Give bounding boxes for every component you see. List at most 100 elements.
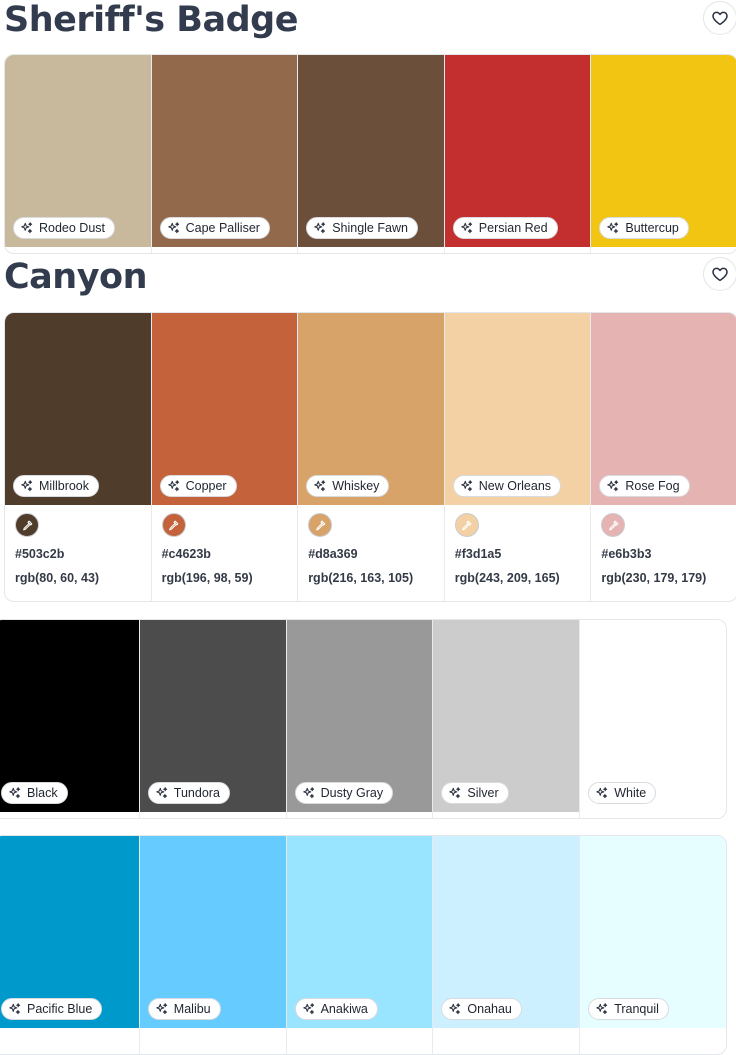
palette-card: Pacific Blue Malibu Anakiwa Onahau Tranquil	[0, 835, 727, 1055]
color-swatch[interactable]: Cape Palliser	[151, 55, 298, 247]
rgb-value: rgb(243, 209, 165)	[454, 571, 560, 585]
color-column: Anakiwa	[285, 836, 433, 1054]
color-swatch[interactable]: Onahau	[433, 836, 580, 1028]
color-swatch[interactable]: Silver	[433, 620, 580, 812]
color-name-chip[interactable]: Cape Palliser	[159, 217, 270, 239]
color-name-chip[interactable]: New Orleans	[452, 475, 562, 497]
sparkles-icon	[460, 221, 474, 235]
color-swatch[interactable]: New Orleans	[444, 313, 591, 505]
favorite-button[interactable]	[703, 1, 736, 35]
color-name-label: Persian Red	[478, 220, 548, 235]
color-name-chip[interactable]: Malibu	[147, 998, 221, 1020]
color-name-chip[interactable]: Tundora	[147, 782, 230, 804]
color-name-chip[interactable]: Anakiwa	[294, 998, 378, 1020]
color-column: Persian Red	[443, 55, 591, 253]
color-name-chip[interactable]: Millbrook	[13, 475, 100, 497]
color-swatch[interactable]: Dusty Gray	[286, 620, 433, 812]
color-name-chip[interactable]: Rodeo Dust	[13, 217, 116, 239]
swatch-footer	[444, 247, 591, 253]
rgb-value: rgb(80, 60, 43)	[15, 571, 100, 585]
color-swatch[interactable]: Persian Red	[444, 55, 591, 247]
color-swatch[interactable]: Pacific Blue	[0, 836, 139, 1028]
color-name-chip[interactable]: Buttercup	[599, 217, 689, 239]
color-name-label: Onahau	[467, 1001, 512, 1016]
swatch-footer	[151, 247, 298, 253]
color-swatch[interactable]: Millbrook	[5, 313, 151, 505]
heart-icon	[712, 267, 728, 282]
swatch-footer	[298, 247, 444, 253]
sparkles-icon	[20, 479, 34, 493]
color-column: Rodeo Dust	[5, 55, 151, 253]
sparkles-icon	[313, 221, 327, 235]
color-column: Copper #c4623b rgb(196, 98, 59)	[150, 313, 298, 601]
color-column: Millbrook #503c2b rgb(80, 60, 43)	[5, 313, 151, 601]
color-picker-dot[interactable]	[15, 513, 39, 537]
sparkles-icon	[313, 479, 327, 493]
color-picker-dot[interactable]	[454, 513, 479, 537]
swatch-footer	[580, 1028, 726, 1040]
color-swatch[interactable]: Black	[0, 620, 139, 812]
color-column: Malibu	[138, 836, 286, 1054]
color-column: Onahau	[432, 836, 580, 1054]
color-swatch[interactable]: Rodeo Dust	[5, 55, 151, 247]
color-name-chip[interactable]: Tranquil	[588, 998, 669, 1020]
swatch-footer	[0, 812, 139, 818]
swatch-footer	[0, 1028, 139, 1040]
color-swatch[interactable]: Copper	[151, 313, 298, 505]
color-name-chip[interactable]: White	[588, 782, 657, 804]
color-swatch[interactable]: Whiskey	[298, 313, 444, 505]
color-column: Dusty Gray	[285, 620, 433, 818]
color-swatch[interactable]: Tranquil	[580, 836, 726, 1028]
swatch-footer	[5, 247, 151, 253]
color-swatch[interactable]: Malibu	[139, 836, 286, 1028]
color-name-chip[interactable]: Silver	[441, 782, 509, 804]
color-name-chip[interactable]: Onahau	[441, 998, 522, 1020]
eyedropper-icon	[167, 519, 180, 532]
color-column: Buttercup	[590, 55, 736, 253]
swatch-footer	[139, 1028, 286, 1040]
color-picker-dot[interactable]	[161, 513, 186, 537]
color-info: #d8a369 rgb(216, 163, 105)	[298, 505, 444, 585]
color-picker-dot[interactable]	[308, 513, 333, 537]
sparkles-icon	[167, 479, 181, 493]
color-swatch[interactable]: Shingle Fawn	[298, 55, 444, 247]
color-name-label: New Orleans	[478, 478, 552, 493]
color-name-label: Cape Palliser	[185, 220, 260, 235]
color-column: Rose Fog #e6b3b3 rgb(230, 179, 179)	[590, 313, 736, 601]
color-name-label: Buttercup	[625, 220, 679, 235]
color-name-label: White	[614, 785, 647, 800]
color-column: Black	[0, 620, 139, 818]
color-picker-dot[interactable]	[601, 513, 626, 537]
color-name-chip[interactable]: Copper	[159, 475, 237, 497]
hex-value: #503c2b	[15, 547, 65, 561]
hex-value: #e6b3b3	[601, 547, 652, 561]
color-info: #e6b3b3 rgb(230, 179, 179)	[591, 505, 736, 585]
color-name-chip[interactable]: Pacific Blue	[1, 998, 103, 1020]
color-swatch[interactable]: Tundora	[139, 620, 286, 812]
sparkles-icon	[460, 479, 474, 493]
heart-icon	[712, 11, 728, 26]
color-swatch[interactable]: Rose Fog	[591, 313, 736, 505]
color-name-chip[interactable]: Rose Fog	[599, 475, 690, 497]
swatch-footer	[286, 812, 433, 818]
color-column: Pacific Blue	[0, 836, 139, 1054]
color-swatch[interactable]: Anakiwa	[286, 836, 433, 1028]
color-name-label: Millbrook	[39, 478, 90, 493]
sparkles-icon	[595, 786, 609, 800]
sparkles-icon	[20, 221, 34, 235]
sparkles-icon	[302, 786, 316, 800]
color-column: White	[579, 620, 726, 818]
color-name-chip[interactable]: Black	[1, 782, 68, 804]
color-name-chip[interactable]: Persian Red	[452, 217, 558, 239]
color-swatch[interactable]: White	[580, 620, 726, 812]
sparkles-icon	[155, 786, 169, 800]
hex-value: #c4623b	[161, 547, 211, 561]
color-name-chip[interactable]: Dusty Gray	[294, 782, 394, 804]
color-swatch[interactable]: Buttercup	[591, 55, 736, 247]
swatch-footer	[286, 1028, 433, 1040]
sparkles-icon	[606, 221, 620, 235]
color-name-chip[interactable]: Whiskey	[306, 475, 390, 497]
favorite-button[interactable]	[703, 257, 736, 291]
rgb-value: rgb(196, 98, 59)	[161, 571, 253, 585]
color-name-chip[interactable]: Shingle Fawn	[306, 217, 418, 239]
